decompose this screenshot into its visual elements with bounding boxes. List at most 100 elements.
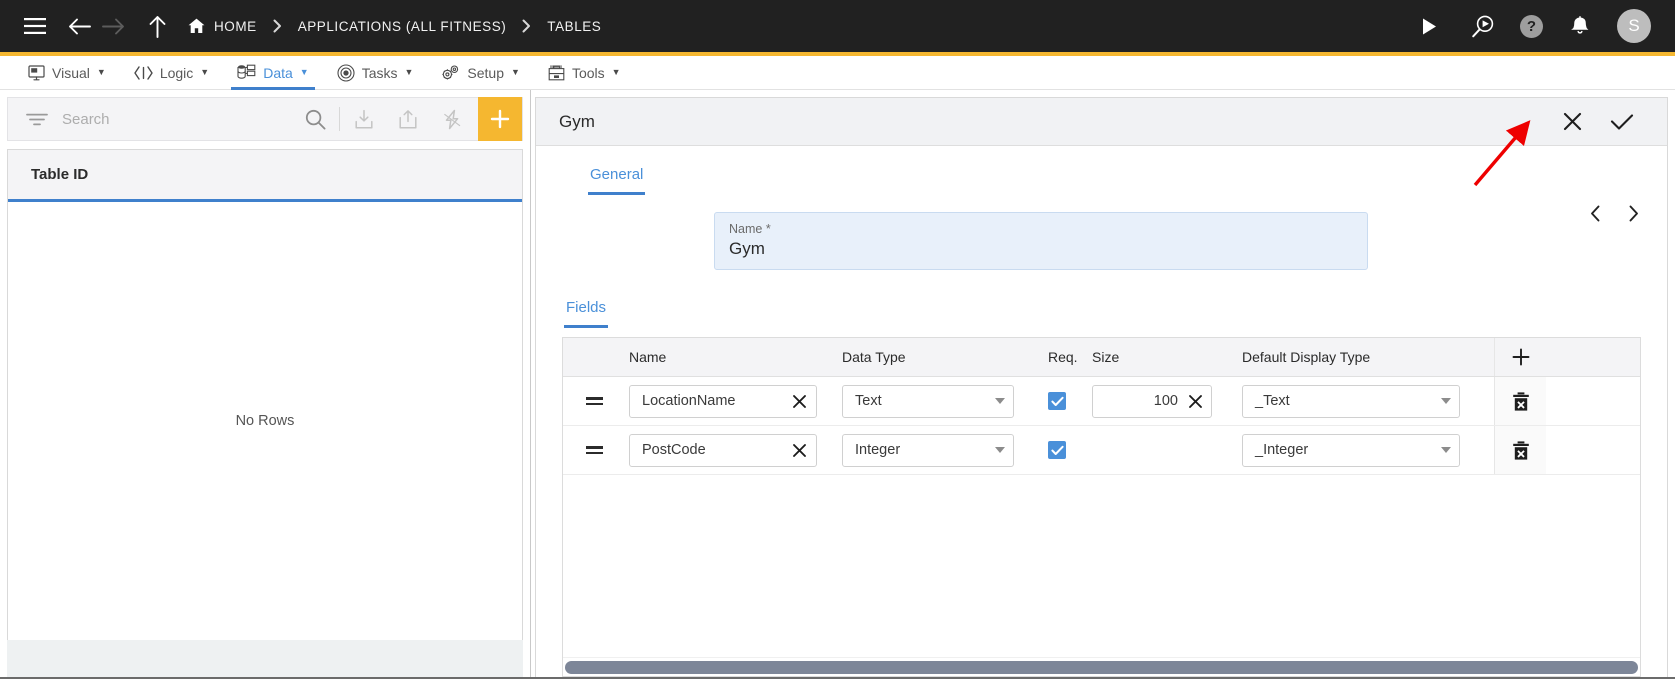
chevron-right-icon[interactable] — [1625, 202, 1641, 224]
breadcrumb-item-applications[interactable]: APPLICATIONS (ALL FITNESS) — [294, 19, 511, 34]
user-avatar[interactable]: S — [1617, 9, 1651, 43]
monitor-icon — [28, 64, 45, 81]
chevron-down-icon: ▼ — [299, 67, 309, 77]
delete-row-button[interactable] — [1494, 377, 1546, 425]
table-row[interactable]: LocationName Text 100 _Text — [563, 377, 1640, 426]
up-arrow-icon[interactable] — [140, 9, 174, 43]
back-arrow-icon[interactable] — [62, 9, 96, 43]
empty-state-message: No Rows — [235, 413, 295, 429]
chevron-down-icon: ▼ — [404, 67, 414, 77]
required-checkbox[interactable] — [1048, 441, 1066, 459]
default-display-type-select[interactable]: _Integer — [1242, 433, 1460, 467]
filter-icon[interactable] — [18, 113, 56, 126]
tab-fields[interactable]: Fields — [564, 295, 609, 328]
field-name-input[interactable]: LocationName — [629, 384, 817, 418]
chevron-down-icon: ▼ — [96, 67, 106, 77]
drag-handle-icon[interactable] — [563, 446, 626, 454]
data-type-value: Text — [855, 393, 882, 409]
data-type-select[interactable]: Text — [842, 384, 1014, 418]
hamburger-menu-icon[interactable] — [18, 9, 52, 43]
delete-row-button[interactable] — [1494, 426, 1546, 474]
toolbar-divider — [339, 107, 340, 131]
search-input[interactable] — [56, 110, 293, 128]
code-icon — [134, 65, 153, 80]
breadcrumb-separator-icon — [261, 19, 294, 33]
fields-table-empty-space — [563, 475, 1640, 657]
menu-item-logic[interactable]: Logic ▼ — [120, 56, 223, 89]
tab-general[interactable]: General — [588, 162, 646, 195]
lightning-icon[interactable] — [430, 97, 474, 141]
module-menu-bar: Visual ▼ Logic ▼ Data ▼ Tasks ▼ Setup ▼ … — [0, 56, 1675, 90]
menu-item-visual[interactable]: Visual ▼ — [14, 56, 120, 89]
data-type-select[interactable]: Integer — [842, 433, 1014, 467]
export-icon[interactable] — [386, 97, 430, 141]
clear-icon[interactable] — [792, 443, 807, 458]
add-table-button[interactable] — [478, 97, 522, 141]
menu-item-tools[interactable]: Tools ▼ — [534, 56, 635, 89]
breadcrumb-item-home[interactable]: HOME — [184, 18, 261, 34]
close-button[interactable] — [1553, 103, 1591, 141]
field-name-input[interactable]: PostCode — [629, 433, 817, 467]
required-checkbox[interactable] — [1048, 392, 1066, 410]
size-value: 100 — [1153, 393, 1178, 409]
field-name-value: LocationName — [642, 393, 736, 409]
field-name-value: PostCode — [642, 442, 706, 458]
clear-icon[interactable] — [1188, 394, 1203, 409]
breadcrumb-label: HOME — [214, 18, 257, 34]
main-content-area: Table ID No Rows Gym — [0, 90, 1675, 679]
chevron-down-icon: ▼ — [511, 67, 520, 77]
toolbox-icon — [548, 64, 565, 81]
name-field[interactable]: Name * Gym — [714, 212, 1368, 270]
drag-handle-icon[interactable] — [563, 397, 626, 405]
menu-item-setup[interactable]: Setup ▼ — [427, 56, 534, 89]
menu-item-data[interactable]: Data ▼ — [223, 56, 323, 90]
default-display-type-select[interactable]: _Text — [1242, 384, 1460, 418]
detail-header: Gym — [536, 98, 1667, 146]
fields-tabrow: Fields — [562, 295, 1641, 328]
chevron-down-icon: ▼ — [611, 67, 621, 77]
forward-arrow-icon — [96, 9, 130, 43]
search-run-icon[interactable] — [1466, 9, 1500, 43]
chevron-down-icon — [1441, 398, 1451, 404]
column-header-data-type: Data Type — [842, 349, 906, 365]
detail-body: General Name * Gym Fields Name Data Type… — [536, 146, 1667, 677]
home-icon — [188, 18, 205, 34]
size-input[interactable]: 100 — [1092, 384, 1212, 418]
fields-table-header: Name Data Type Req. Size Default Display… — [563, 338, 1640, 377]
confirm-check-button[interactable] — [1603, 103, 1641, 141]
menu-item-label: Visual — [52, 64, 90, 81]
notifications-bell-icon[interactable] — [1563, 9, 1597, 43]
fields-section: Fields Name Data Type Req. Size Default … — [562, 295, 1641, 677]
clear-icon[interactable] — [792, 394, 807, 409]
horizontal-scrollbar[interactable] — [563, 657, 1640, 676]
chevron-left-icon[interactable] — [1587, 202, 1603, 224]
menu-item-tasks[interactable]: Tasks ▼ — [323, 56, 428, 89]
breadcrumb-separator-icon — [510, 19, 543, 33]
search-icon[interactable] — [293, 97, 337, 141]
grid-header-row: Table ID — [8, 150, 522, 202]
detail-tabs: General — [562, 146, 1641, 195]
run-play-icon[interactable] — [1412, 9, 1446, 43]
menu-item-label: Tasks — [361, 64, 398, 81]
fields-table: Name Data Type Req. Size Default Display… — [562, 337, 1641, 677]
default-display-type-value: _Text — [1255, 393, 1290, 409]
help-icon[interactable]: ? — [1520, 14, 1543, 38]
data-type-value: Integer — [855, 442, 901, 458]
breadcrumb-item-tables[interactable]: TABLES — [543, 19, 605, 34]
name-field-value[interactable]: Gym — [729, 239, 1353, 259]
import-icon[interactable] — [342, 97, 386, 141]
column-header-default-display-type: Default Display Type — [1242, 349, 1371, 365]
chevron-down-icon — [995, 398, 1005, 404]
add-field-button[interactable] — [1494, 338, 1546, 376]
target-icon — [337, 63, 355, 82]
column-header-table-id[interactable]: Table ID — [31, 166, 88, 183]
chevron-down-icon — [1441, 447, 1451, 453]
table-row[interactable]: PostCode Integer _Integer — [563, 426, 1640, 475]
horizontal-scrollbar-thumb[interactable] — [565, 660, 1638, 674]
database-icon — [237, 64, 256, 81]
chevron-down-icon — [995, 447, 1005, 453]
column-header-name: Name — [629, 349, 667, 365]
list-search-toolbar — [7, 97, 523, 141]
gears-icon — [441, 64, 460, 81]
name-field-row: Name * Gym — [562, 195, 1641, 270]
